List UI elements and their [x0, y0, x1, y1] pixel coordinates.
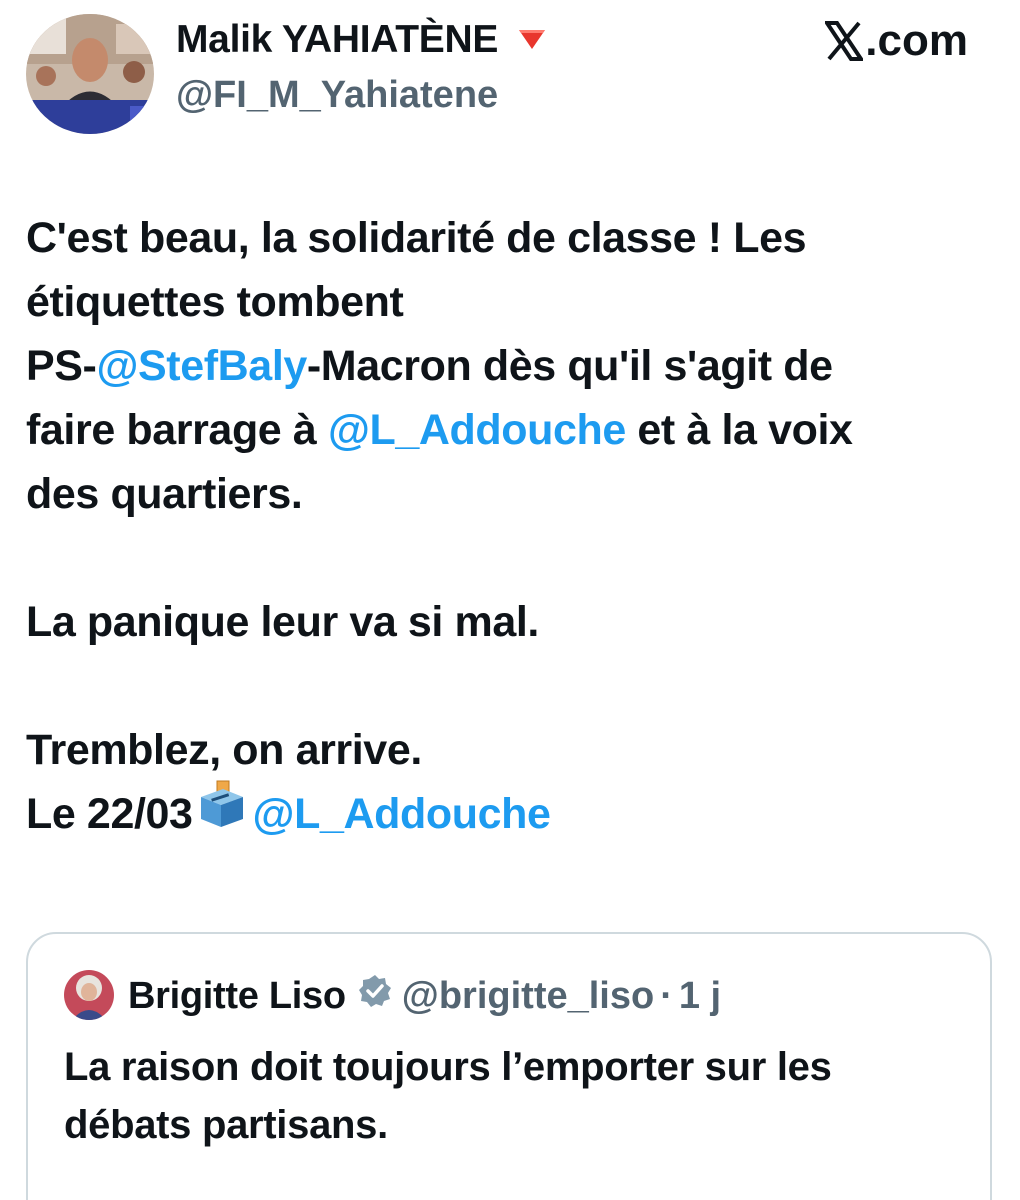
mention-link-laddouche[interactable]: @L_Addouche	[328, 406, 626, 454]
tweet-line: étiquettes tombent	[26, 278, 404, 326]
tweet-text-fragment: faire barrage à	[26, 406, 328, 454]
tweet-text-fragment: PS-	[26, 342, 97, 390]
tweet-text: C'est beau, la solidarité de classe ! Le…	[26, 206, 996, 847]
tweet-line: des quartiers.	[26, 470, 303, 518]
ballot-box-icon	[197, 779, 247, 847]
x-logo-icon	[825, 21, 864, 61]
quoted-tweet-header: Brigitte Liso @brigitte_liso · 1 j	[128, 974, 721, 1018]
tweet-line: La panique leur va si mal.	[26, 598, 539, 646]
author-handle[interactable]: @FI_M_Yahiatene	[176, 74, 498, 117]
tweet-line: Le 22/03 @L_Addouche	[26, 779, 996, 847]
quoted-tweet-card[interactable]: Brigitte Liso @brigitte_liso · 1 j La ra…	[26, 932, 992, 1200]
quoted-tweet-line: débats partisans.	[64, 1103, 388, 1147]
tweet-text-fragment: -Macron dès qu'il s'agit de	[306, 342, 833, 390]
quoted-tweet-text: La raison doit toujours l’emporter sur l…	[64, 1038, 964, 1154]
quoted-author-handle[interactable]: @brigitte_liso	[402, 975, 654, 1018]
tweet-text-fragment: Le 22/03	[26, 790, 193, 838]
tweet-screenshot: Malik YAHIATÈNE @FI_M_Yahiatene .com C'e…	[0, 0, 1020, 1200]
quoted-author-name[interactable]: Brigitte Liso	[128, 975, 346, 1018]
quoted-tweet-line: La raison doit toujours l’emporter sur l…	[64, 1045, 832, 1089]
author-display-name[interactable]: Malik YAHIATÈNE	[176, 18, 547, 62]
header-separator: ·	[660, 974, 673, 1017]
tweet-line: PS-@StefBaly-Macron dès qu'il s'agit de	[26, 334, 996, 398]
tweet-text-fragment: et à la voix	[625, 406, 853, 454]
tweet-line: Tremblez, on arrive.	[26, 726, 422, 774]
tweet-line: C'est beau, la solidarité de classe ! Le…	[26, 214, 807, 262]
author-name-text: Malik YAHIATÈNE	[176, 18, 499, 61]
mention-link-stefbaly[interactable]: @StefBaly	[96, 342, 307, 390]
quoted-author-avatar[interactable]	[64, 970, 114, 1020]
site-domain: .com	[865, 16, 968, 65]
author-avatar[interactable]	[26, 14, 154, 134]
verified-badge-icon	[358, 974, 392, 1018]
mention-link-laddouche[interactable]: @L_Addouche	[253, 790, 551, 838]
quoted-tweet-timestamp[interactable]: 1 j	[679, 975, 721, 1018]
site-brand: .com	[825, 16, 968, 66]
tweet-line: faire barrage à @L_Addouche et à la voix	[26, 398, 996, 462]
red-triangle-down-icon	[517, 17, 547, 61]
